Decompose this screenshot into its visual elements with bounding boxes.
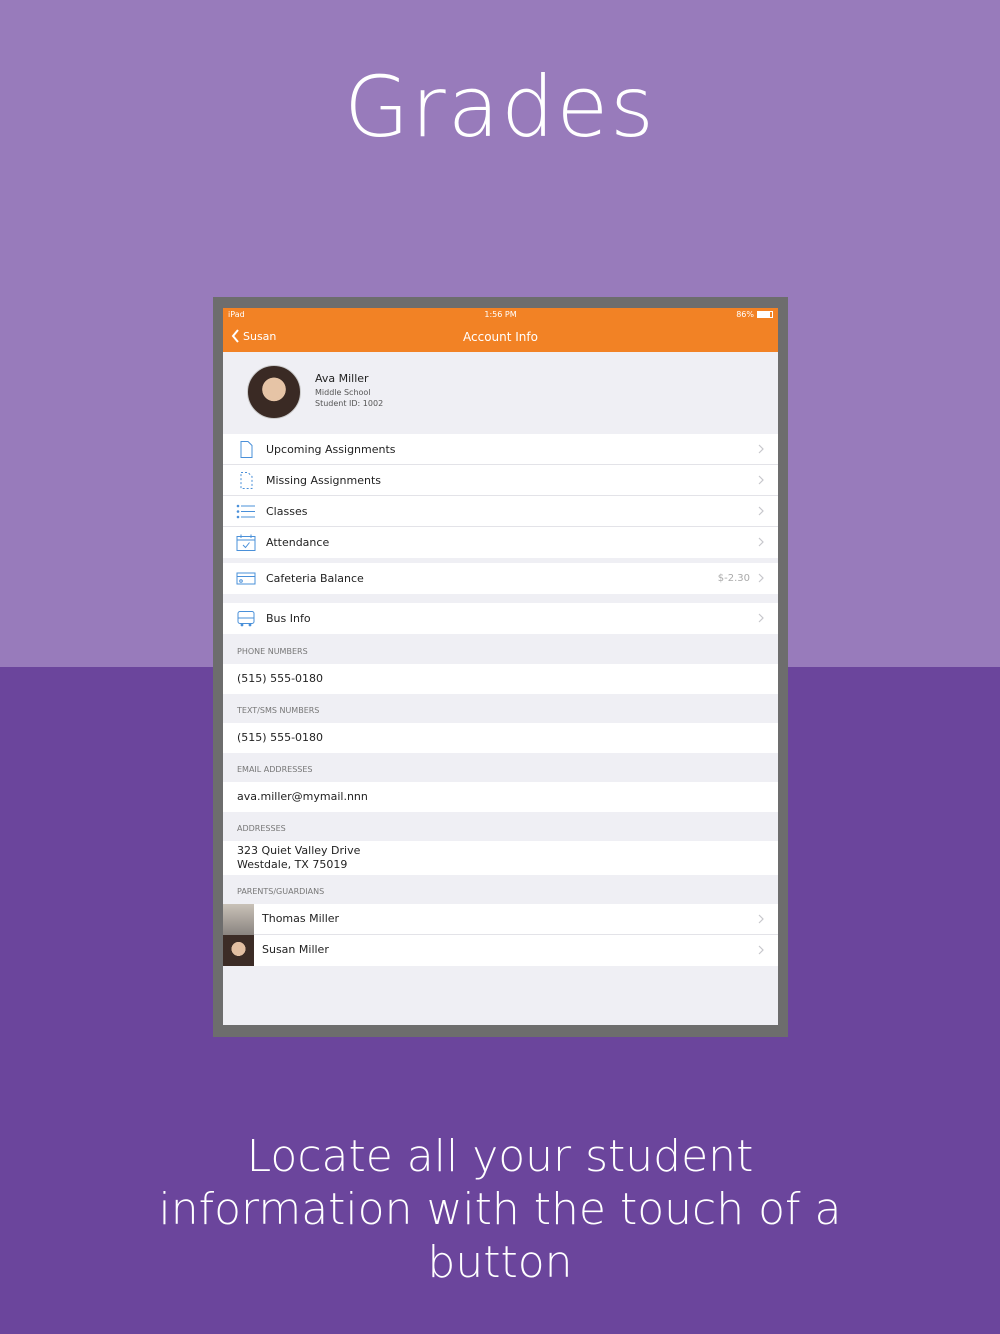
guardian-row-susan[interactable]: Susan Miller [223, 935, 778, 966]
guardian-row-thomas[interactable]: Thomas Miller [223, 904, 778, 935]
chevron-right-icon [758, 573, 764, 583]
menu-missing-assignments[interactable]: Missing Assignments [223, 465, 778, 496]
bus-group: Bus Info [223, 603, 778, 634]
menu-label: Bus Info [266, 612, 311, 625]
chevron-right-icon [758, 914, 764, 924]
chevron-right-icon [758, 475, 764, 485]
battery-percent: 86% [736, 310, 754, 319]
caption: Locate all your student information with… [158, 1131, 842, 1288]
battery-level [758, 312, 771, 317]
email-address[interactable]: ava.miller@mymail.nnn [223, 782, 778, 812]
calendar-check-icon [236, 534, 256, 551]
menu-label: Upcoming Assignments [266, 442, 396, 456]
chevron-right-icon [758, 506, 764, 516]
student-id: Student ID: 1002 [315, 399, 384, 408]
navigation-bar: Susan Account Info [223, 322, 778, 352]
chevron-right-icon [758, 537, 764, 547]
section-header-address: ADDRESSES [237, 824, 286, 833]
menu-label: Cafeteria Balance [266, 572, 364, 585]
document-icon [240, 441, 253, 458]
page-title: Account Info [463, 330, 538, 344]
student-school: Middle School [315, 388, 371, 397]
menu-attendance[interactable]: Attendance [223, 527, 778, 558]
guardian-name: Thomas Miller [262, 912, 340, 925]
address-line-2: Westdale, TX 75019 [237, 858, 348, 871]
battery-icon [757, 311, 773, 318]
guardians-list: Thomas Miller Susan Miller [223, 904, 778, 966]
section-header-email: EMAIL ADDRESSES [237, 765, 313, 774]
address-line-1: 323 Quiet Valley Drive [237, 844, 361, 857]
card-icon [236, 572, 256, 585]
headline: Grades [344, 58, 656, 156]
assignments-group: Upcoming Assignments Missing Assignments… [223, 434, 778, 558]
menu-label: Attendance [266, 536, 330, 549]
tablet-frame: iPad 1:56 PM 86% Susan Account Info Ava … [213, 297, 788, 1037]
menu-cafeteria-balance[interactable]: Cafeteria Balance $-2.30 [223, 563, 778, 594]
guardian-name: Susan Miller [262, 943, 329, 956]
section-header-sms: TEXT/SMS NUMBERS [237, 706, 320, 715]
chevron-right-icon [758, 613, 764, 623]
sms-number[interactable]: (515) 555-0180 [223, 723, 778, 753]
battery-status: 86% [736, 310, 773, 319]
list-icon [236, 504, 255, 519]
chevron-right-icon [758, 444, 764, 454]
guardian-avatar [223, 904, 254, 935]
student-profile: Ava Miller Middle School Student ID: 100… [223, 352, 778, 432]
bus-icon [237, 611, 255, 627]
menu-bus-info[interactable]: Bus Info [223, 603, 778, 634]
cafeteria-group: Cafeteria Balance $-2.30 [223, 563, 778, 594]
menu-label: Missing Assignments [266, 473, 382, 487]
section-header-guardians: PARENTS/GUARDIANS [237, 887, 325, 896]
menu-classes[interactable]: Classes [223, 496, 778, 527]
menu-upcoming-assignments[interactable]: Upcoming Assignments [223, 434, 778, 465]
app-screen: iPad 1:56 PM 86% Susan Account Info Ava … [223, 308, 778, 1025]
section-header-phone: PHONE NUMBERS [237, 647, 308, 656]
guardian-avatar [223, 935, 254, 966]
menu-label: Classes [266, 504, 308, 518]
chevron-right-icon [758, 945, 764, 955]
cafeteria-balance-value: $-2.30 [717, 573, 750, 584]
status-time: 1:56 PM [484, 310, 517, 319]
student-name: Ava Miller [315, 372, 369, 385]
dashed-document-icon [240, 472, 253, 489]
phone-number[interactable]: (515) 555-0180 [223, 664, 778, 694]
status-bar: iPad 1:56 PM 86% [223, 308, 778, 322]
student-avatar [247, 365, 301, 419]
address-block[interactable]: 323 Quiet Valley Drive Westdale, TX 7501… [223, 841, 778, 875]
